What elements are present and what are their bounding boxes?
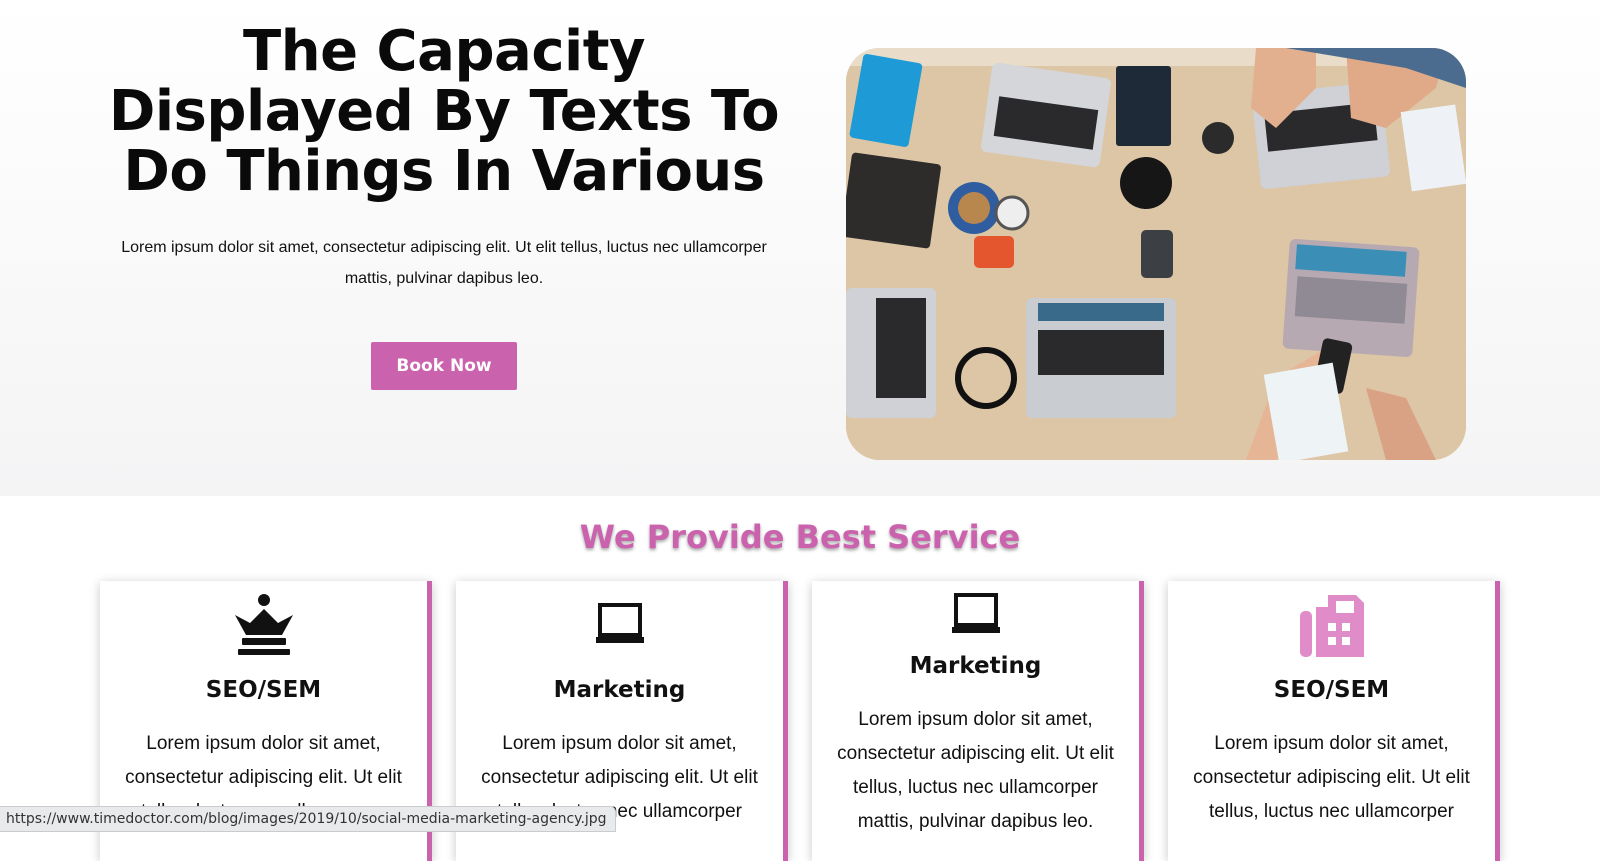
card-text: Lorem ipsum dolor sit amet, consectetur …: [837, 709, 1114, 832]
laptop-shape: [981, 62, 1111, 168]
services-title: We Provide Best Service: [579, 518, 1021, 556]
laptop-shape: [1282, 239, 1420, 357]
desk-with-laptops-photo: [846, 48, 1466, 460]
service-card: SEO/SEM Lorem ipsum dolor sit amet, cons…: [1168, 581, 1500, 861]
fax-icon: [1168, 593, 1495, 659]
laptop-shape: [1026, 298, 1176, 418]
service-card: Marketing Lorem ipsum dolor sit amet, co…: [812, 581, 1144, 861]
hero-content: The Capacity Displayed By Texts To Do Th…: [100, 22, 788, 390]
book-now-button[interactable]: Book Now: [371, 342, 517, 390]
laptop-icon: [456, 603, 783, 645]
chess-queen-icon: [100, 593, 427, 657]
card-title: SEO/SEM: [1273, 677, 1390, 703]
hero-section: The Capacity Displayed By Texts To Do Th…: [0, 0, 1600, 496]
laptop-icon: [812, 593, 1139, 635]
hero-image: [846, 48, 1466, 460]
card-title: SEO/SEM: [205, 677, 322, 703]
hero-description: Lorem ipsum dolor sit amet, consectetur …: [121, 239, 767, 287]
card-title: Marketing: [553, 677, 686, 703]
link-preview-status-bar: https://www.timedoctor.com/blog/images/2…: [0, 806, 616, 832]
card-text: Lorem ipsum dolor sit amet, consectetur …: [1193, 733, 1470, 822]
card-title: Marketing: [909, 653, 1042, 679]
hero-title: The Capacity Displayed By Texts To Do Th…: [108, 19, 780, 204]
laptop-shape: [846, 288, 936, 418]
